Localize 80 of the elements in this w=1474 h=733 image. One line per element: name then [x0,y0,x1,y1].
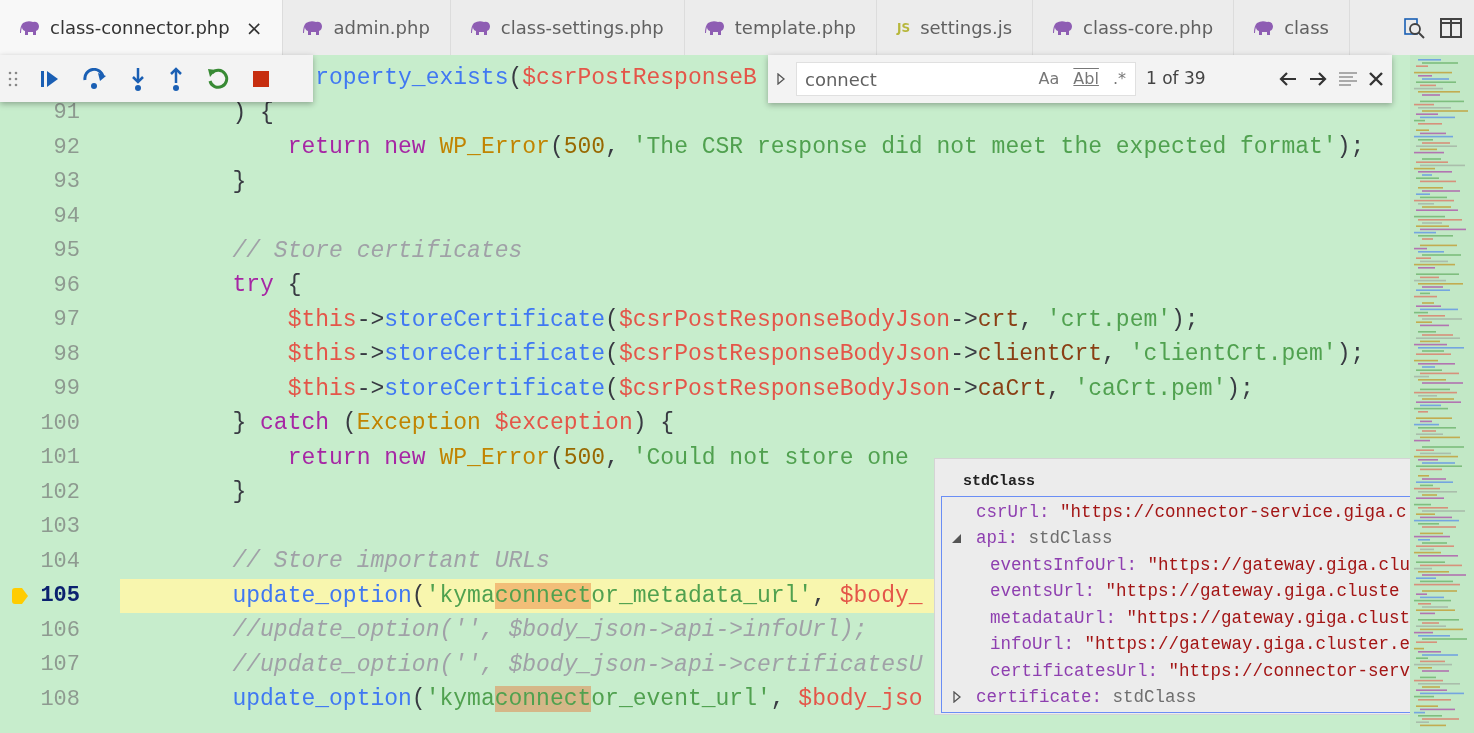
split-editor-icon[interactable] [1440,17,1462,38]
step-out-icon[interactable] [168,66,184,91]
elephant-icon [20,19,40,36]
editor-tab[interactable]: class-connector.php × [0,0,284,55]
step-into-icon[interactable] [130,66,146,91]
line-number: 93 [52,168,80,197]
code-line: } [232,167,247,197]
line-number: 104 [39,547,80,576]
code-line: //update_option('', $body_json->api->certificatesU [232,650,923,680]
expand-replace-icon[interactable] [776,73,786,85]
tree-entry[interactable]: metadataUrl: "https://gateway.giga.clust [990,604,1411,631]
line-number: 102 [39,478,80,507]
tab-label: settings.js [920,16,1013,40]
elephant-icon [704,19,725,36]
find-input-field[interactable]: connect Aa Abl .* [796,62,1136,96]
tree-entry[interactable]: infoUrl: "https://gateway.giga.cluster.e [990,631,1411,658]
line-number: 98 [52,340,80,369]
close-icon[interactable] [1368,71,1384,87]
elephant-icon [1254,19,1275,36]
stop-icon[interactable] [252,69,270,88]
line-number: 92 [52,133,80,162]
elephant-icon [470,19,491,36]
code-line: return new WP_Error(500, 'Could not store one [287,443,909,473]
tab-label: class-settings.php [500,16,664,40]
line-number: 95 [52,237,80,266]
line-number: 100 [39,409,80,438]
match-count: 1 of 39 [1146,67,1206,91]
next-match-icon[interactable] [1308,71,1328,87]
collapsed-arrow-icon[interactable] [952,691,962,704]
line-number: 94 [52,202,80,231]
find-option-toggle[interactable]: .* [1109,66,1129,92]
find-option-toggle[interactable]: Abl [1070,66,1102,92]
step-over-icon[interactable] [82,67,108,90]
editor-tab[interactable]: class-settings.php [450,0,685,55]
drag-handle-icon[interactable] [8,70,18,87]
tree-entry[interactable]: csrUrl: "https://connector-service.giga.c [976,498,1407,525]
code-line: roperty_exists($csrPostResponseB [315,64,757,93]
line-number: 99 [52,375,80,404]
line-number: 105 [39,582,80,611]
tree-entry[interactable]: certificatesUrl: "https://connector-serv [990,657,1411,684]
code-line: } catch (Exception $exception) { [232,409,675,438]
code-line: //update_option('', $body_json->api->infoUrl); [232,616,868,645]
tab-label: class-connector.php [50,16,230,40]
tab-label: class-core.php [1083,16,1214,40]
code-line: update_option('kymaconnector_event_url', $body_jso [232,685,923,714]
line-number: 108 [39,685,80,714]
restart-icon[interactable] [206,66,230,91]
line-number: 91 [52,99,80,128]
js-file-icon: JS [897,18,911,37]
elephant-icon [1053,19,1074,36]
tree-entry[interactable]: api: stdClass [976,525,1113,552]
line-number: 97 [52,306,80,335]
tree-entry[interactable]: eventsUrl: "https://gateway.giga.cluste [990,578,1400,605]
tree-entry[interactable]: eventsInfoUrl: "https://gateway.giga.clu [990,551,1411,578]
find-option-toggle[interactable]: Aa [1035,66,1063,92]
line-number: 106 [39,616,80,645]
previous-match-icon[interactable] [1278,71,1298,87]
line-number: 103 [39,513,80,542]
code-line: } [232,478,247,507]
tree-entry[interactable]: certificate: stdClass [976,684,1197,711]
continue-icon[interactable] [40,69,60,88]
close-tab-button[interactable]: × [245,12,263,43]
line-number: 101 [39,444,80,473]
line-number: 107 [39,651,80,680]
code-line: return new WP_Error(500, 'The CSR response did not meet the expected format'); [287,133,1365,162]
code-line: try { [232,271,302,300]
line-number: 96 [52,271,80,300]
code-line: $this->storeCertificate($csrPostResponseBodyJson->clientCrt, 'clientCrt.pem'); [287,340,1365,369]
code-line: update_option('kymaconnector_metadata_url', $body_ [232,581,923,611]
tab-label: admin.php [333,16,430,40]
tab-label: template.php [734,16,857,40]
code-line: $this->storeCertificate($csrPostResponseBodyJson->caCrt, 'caCrt.pem'); [287,374,1254,404]
search-icon[interactable] [1402,15,1426,40]
code-line: // Store certificates [232,236,523,266]
code-line: $this->storeCertificate($csrPostResponseBodyJson->crt, 'crt.pem'); [287,305,1199,335]
expanded-arrow-icon[interactable] [952,532,962,545]
code-line: // Store important URLs [232,547,550,576]
hover-title: stdClass [962,472,1036,492]
tab-label: class [1284,16,1329,40]
elephant-icon [303,19,324,36]
